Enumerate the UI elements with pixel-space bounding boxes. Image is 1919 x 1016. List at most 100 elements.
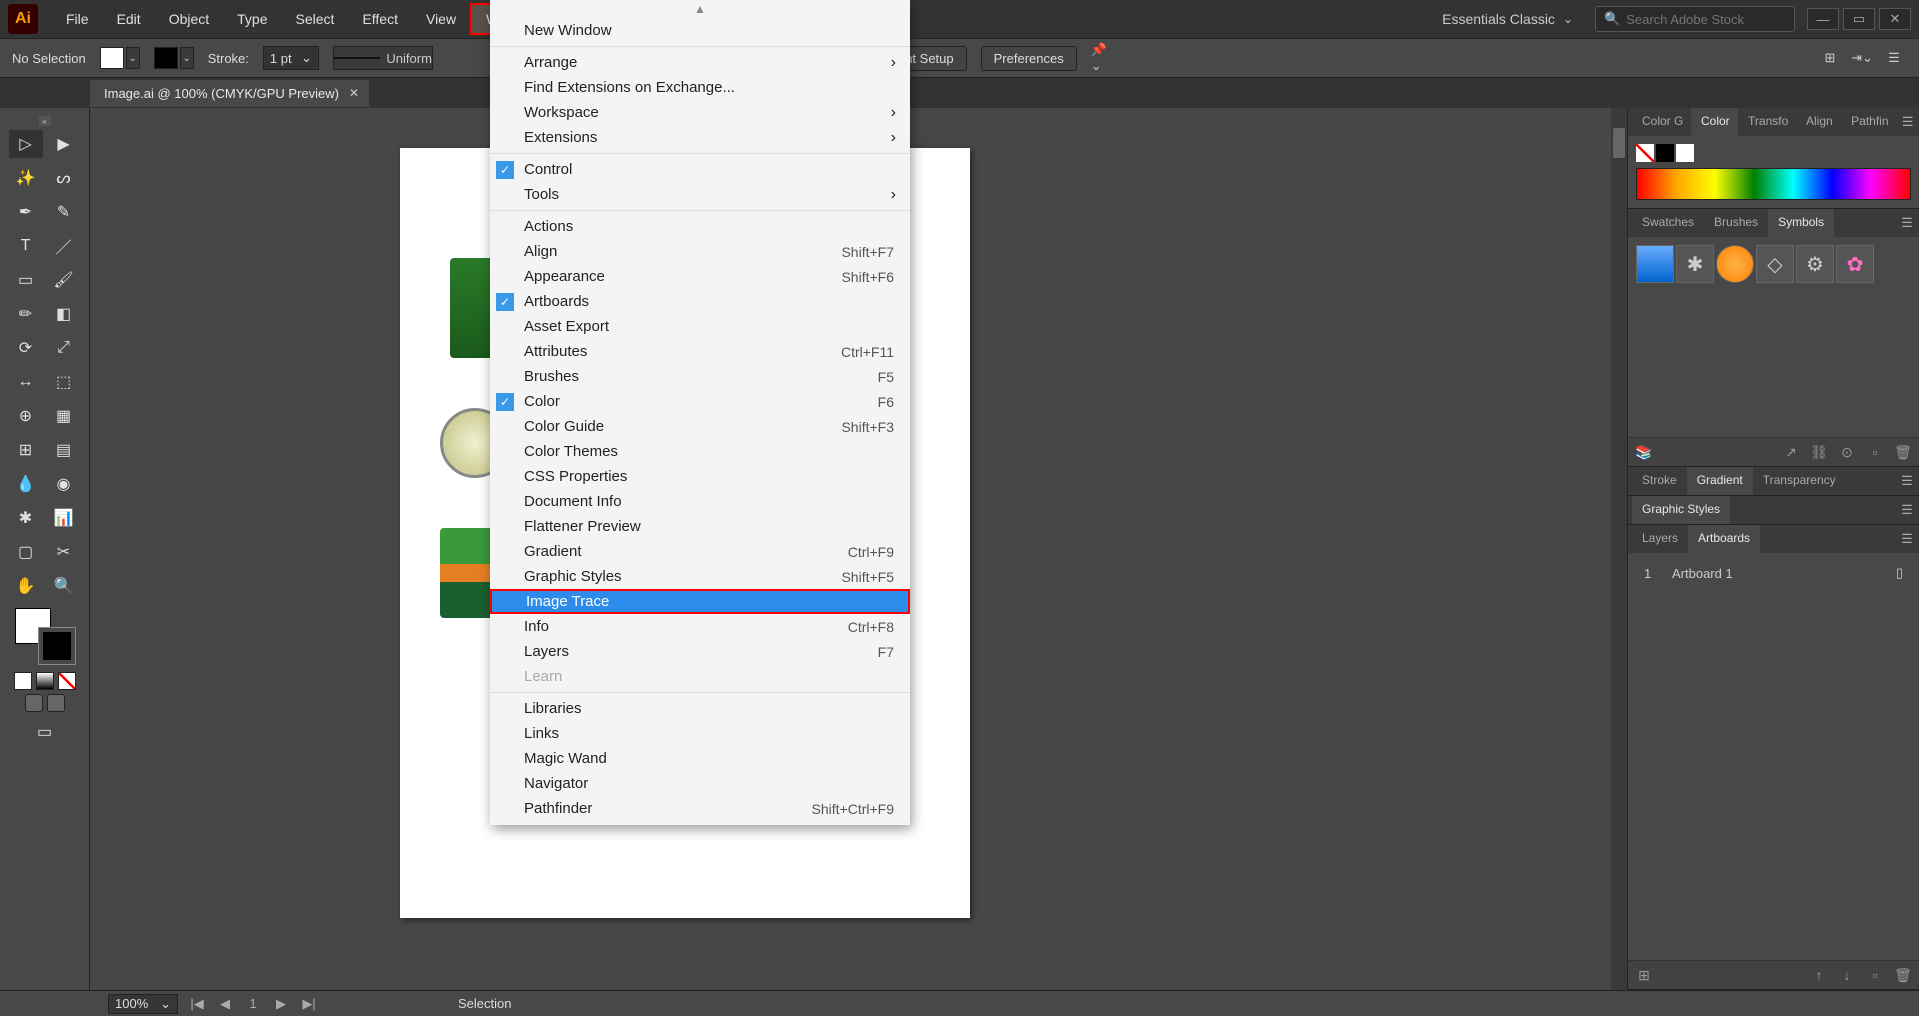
- selection-tool[interactable]: ▷: [9, 130, 43, 158]
- slice-tool[interactable]: ✂: [47, 538, 81, 566]
- last-artboard-button[interactable]: ▶|: [300, 995, 318, 1013]
- curvature-tool[interactable]: ✎: [47, 198, 81, 226]
- next-artboard-button[interactable]: ▶: [272, 995, 290, 1013]
- artboard-nav-field[interactable]: 1: [244, 995, 262, 1013]
- menu-item-workspace[interactable]: Workspace: [490, 100, 910, 125]
- line-tool[interactable]: ／: [47, 232, 81, 260]
- menu-item-layers[interactable]: LayersF7: [490, 639, 910, 664]
- tab-stroke[interactable]: Stroke: [1632, 467, 1687, 495]
- stroke-box[interactable]: [39, 628, 75, 664]
- menu-item-attributes[interactable]: AttributesCtrl+F11: [490, 339, 910, 364]
- menu-item-info[interactable]: InfoCtrl+F8: [490, 614, 910, 639]
- shaper-tool[interactable]: ✏: [9, 300, 43, 328]
- tab-transparency[interactable]: Transparency: [1753, 467, 1846, 495]
- vertical-scrollbar[interactable]: [1611, 108, 1627, 990]
- menu-item-arrange[interactable]: Arrange: [490, 50, 910, 75]
- symbol-3[interactable]: [1716, 245, 1754, 283]
- align-icon[interactable]: ⇥⌄: [1849, 45, 1875, 71]
- menu-item-flattener-preview[interactable]: Flattener Preview: [490, 514, 910, 539]
- draw-normal[interactable]: [25, 694, 43, 712]
- tab-brushes[interactable]: Brushes: [1704, 209, 1768, 237]
- artboard-orientation-icon[interactable]: ▯: [1896, 565, 1903, 581]
- rearrange-icon[interactable]: ⊞: [1634, 965, 1654, 985]
- graph-tool[interactable]: 📊: [47, 504, 81, 532]
- move-up-icon[interactable]: ↑: [1809, 965, 1829, 985]
- zoom-dropdown[interactable]: 100%⌄: [108, 994, 178, 1014]
- direct-selection-tool[interactable]: ▶: [47, 130, 81, 158]
- search-stock-input[interactable]: [1626, 12, 1786, 27]
- artboard-tool[interactable]: ▢: [9, 538, 43, 566]
- menu-type[interactable]: Type: [223, 5, 281, 33]
- menu-item-brushes[interactable]: BrushesF5: [490, 364, 910, 389]
- tab-transform[interactable]: Transfo: [1738, 108, 1796, 136]
- tab-align[interactable]: Align: [1796, 108, 1841, 136]
- menu-select[interactable]: Select: [282, 5, 349, 33]
- menu-item-navigator[interactable]: Navigator: [490, 771, 910, 796]
- window-close[interactable]: ✕: [1879, 8, 1911, 30]
- move-down-icon[interactable]: ↓: [1837, 965, 1857, 985]
- menu-item-document-info[interactable]: Document Info: [490, 489, 910, 514]
- delete-artboard-icon[interactable]: 🗑: [1893, 965, 1913, 985]
- artboard-row[interactable]: 1 Artboard 1 ▯: [1636, 561, 1911, 585]
- shape-builder-tool[interactable]: ⊕: [9, 402, 43, 430]
- menu-object[interactable]: Object: [155, 5, 223, 33]
- menu-item-magic-wand[interactable]: Magic Wand: [490, 746, 910, 771]
- menu-item-actions[interactable]: Actions: [490, 214, 910, 239]
- menu-item-color-guide[interactable]: Color GuideShift+F3: [490, 414, 910, 439]
- menu-item-image-trace[interactable]: Image Trace: [490, 589, 910, 614]
- options-icon[interactable]: ⊙: [1837, 442, 1857, 462]
- color-mode[interactable]: [14, 672, 32, 690]
- menu-item-tools[interactable]: Tools: [490, 182, 910, 207]
- tab-symbols[interactable]: Symbols: [1768, 209, 1834, 237]
- white-swatch[interactable]: [1676, 144, 1694, 162]
- pin-icon[interactable]: 📌⌄: [1091, 45, 1117, 71]
- menu-item-new-window[interactable]: New Window: [490, 18, 910, 43]
- preferences-button[interactable]: Preferences: [981, 46, 1077, 71]
- symbol-5[interactable]: ⚙: [1796, 245, 1834, 283]
- document-tab[interactable]: Image.ai @ 100% (CMYK/GPU Preview) ✕: [90, 80, 369, 107]
- menu-file[interactable]: File: [52, 5, 103, 33]
- list-icon[interactable]: ☰: [1881, 45, 1907, 71]
- rectangle-tool[interactable]: ▭: [9, 266, 43, 294]
- zoom-tool[interactable]: 🔍: [47, 572, 81, 600]
- search-stock[interactable]: 🔍: [1595, 6, 1795, 32]
- menu-edit[interactable]: Edit: [103, 5, 155, 33]
- pen-tool[interactable]: ✒: [9, 198, 43, 226]
- draw-behind[interactable]: [47, 694, 65, 712]
- break-link-icon[interactable]: ⛓: [1809, 442, 1829, 462]
- menu-item-graphic-styles[interactable]: Graphic StylesShift+F5: [490, 564, 910, 589]
- first-artboard-button[interactable]: |◀: [188, 995, 206, 1013]
- window-maximize[interactable]: ▭: [1843, 8, 1875, 30]
- stroke-swatch-dropdown[interactable]: ⌄: [180, 47, 194, 69]
- menu-item-links[interactable]: Links: [490, 721, 910, 746]
- menu-item-color[interactable]: ✓ColorF6: [490, 389, 910, 414]
- gradient-tool[interactable]: ▤: [47, 436, 81, 464]
- menu-item-gradient[interactable]: GradientCtrl+F9: [490, 539, 910, 564]
- menu-item-align[interactable]: AlignShift+F7: [490, 239, 910, 264]
- screen-mode[interactable]: ▭: [28, 718, 62, 746]
- tab-pathfinder[interactable]: Pathfin: [1841, 108, 1896, 136]
- symbol-4[interactable]: ◇: [1756, 245, 1794, 283]
- symbol-1[interactable]: [1636, 245, 1674, 283]
- symbol-6[interactable]: ✿: [1836, 245, 1874, 283]
- panel-menu-icon[interactable]: ☰: [1895, 496, 1919, 524]
- panel-menu-icon[interactable]: ☰: [1895, 467, 1919, 495]
- close-icon[interactable]: ✕: [349, 86, 359, 100]
- tab-gradient[interactable]: Gradient: [1687, 467, 1753, 495]
- place-icon[interactable]: ↗: [1781, 442, 1801, 462]
- scale-tool[interactable]: ⤢: [47, 334, 81, 362]
- none-swatch[interactable]: [1636, 144, 1654, 162]
- menu-item-libraries[interactable]: Libraries: [490, 696, 910, 721]
- menu-item-control[interactable]: ✓Control: [490, 157, 910, 182]
- workspace-dropdown[interactable]: Essentials Classic: [1428, 6, 1587, 32]
- menu-item-extensions[interactable]: Extensions: [490, 125, 910, 150]
- fill-swatch[interactable]: [100, 47, 124, 69]
- stroke-weight-input[interactable]: 1 pt⌄: [263, 46, 319, 70]
- blend-tool[interactable]: ◉: [47, 470, 81, 498]
- tab-color-guide[interactable]: Color G: [1632, 108, 1691, 136]
- tab-layers[interactable]: Layers: [1632, 525, 1688, 553]
- gradient-mode[interactable]: [36, 672, 54, 690]
- eraser-tool[interactable]: ◧: [47, 300, 81, 328]
- color-spectrum[interactable]: [1636, 168, 1911, 200]
- symbol-2[interactable]: ✱: [1676, 245, 1714, 283]
